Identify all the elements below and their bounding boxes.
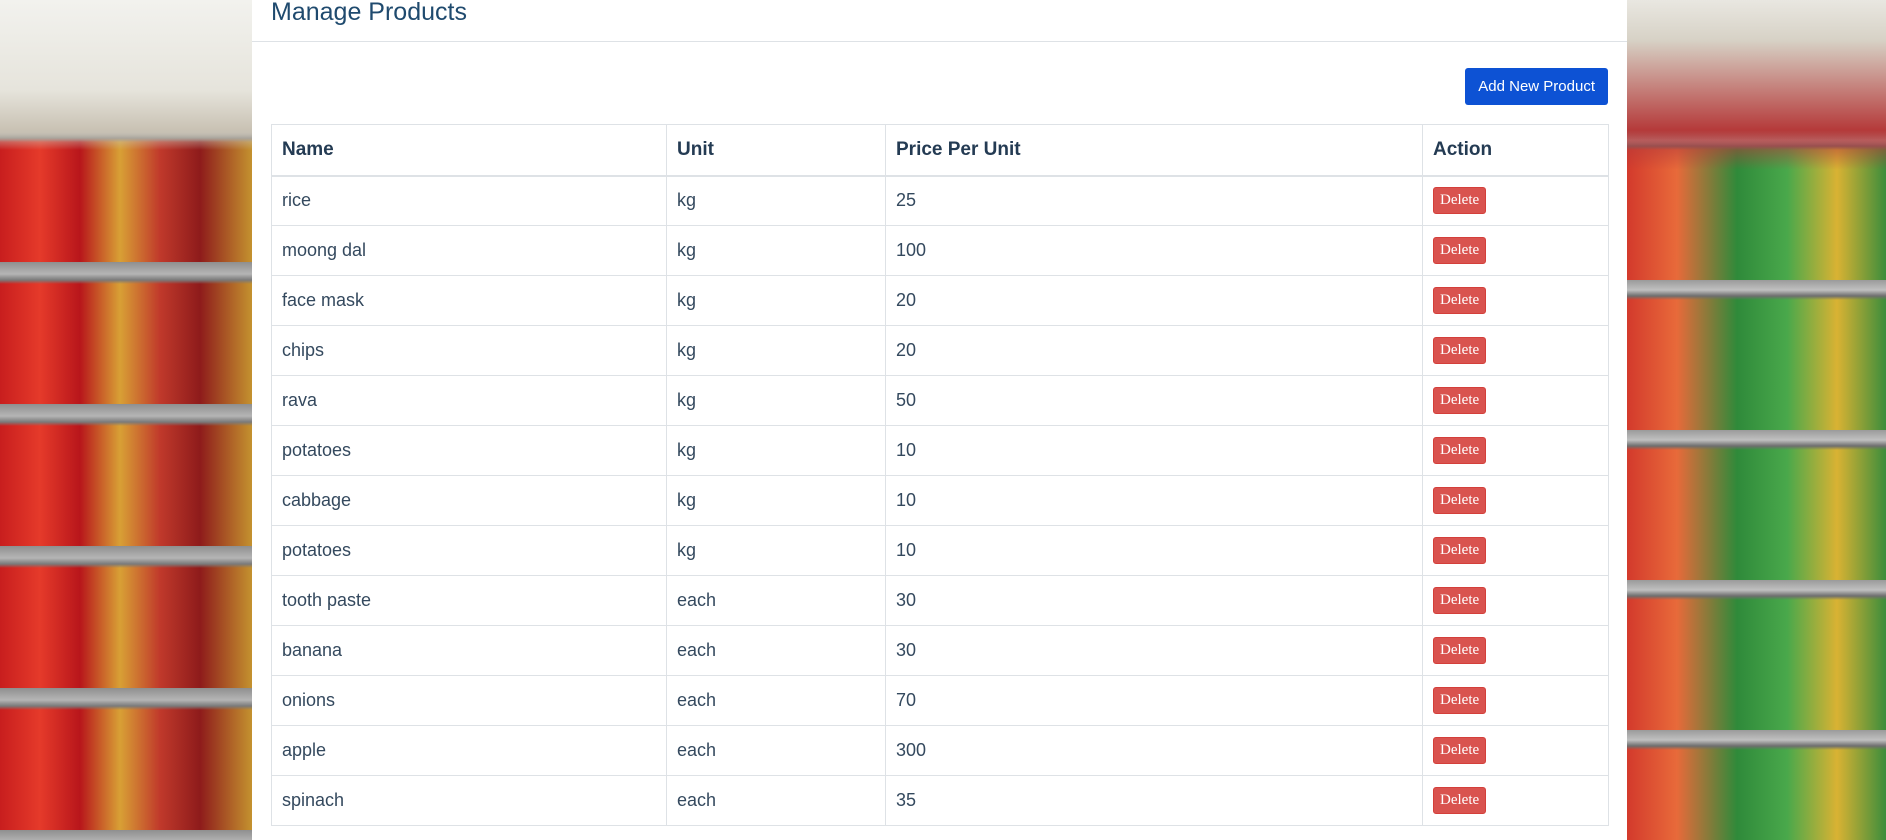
table-row: potatoes kg 10 Delete <box>271 425 1609 476</box>
cell-unit: each <box>666 725 886 776</box>
header-name: Name <box>271 124 667 177</box>
cell-name: chips <box>271 325 667 376</box>
cell-action: Delete <box>1422 375 1609 426</box>
table-row: tooth paste each 30 Delete <box>271 575 1609 626</box>
cell-name: apple <box>271 725 667 776</box>
cell-price: 10 <box>885 425 1423 476</box>
table-row: apple each 300 Delete <box>271 725 1609 776</box>
table-row: rice kg 25 Delete <box>271 175 1609 226</box>
cell-unit: kg <box>666 525 886 576</box>
cell-action: Delete <box>1422 425 1609 476</box>
delete-button[interactable]: Delete <box>1433 237 1487 264</box>
header-action: Action <box>1422 124 1609 177</box>
cell-price: 10 <box>885 475 1423 526</box>
delete-button[interactable]: Delete <box>1433 337 1487 364</box>
cell-price: 70 <box>885 675 1423 726</box>
table-row: face mask kg 20 Delete <box>271 275 1609 326</box>
table-row: onions each 70 Delete <box>271 675 1609 726</box>
cell-action: Delete <box>1422 575 1609 626</box>
cell-price: 25 <box>885 175 1423 226</box>
cell-price: 10 <box>885 525 1423 576</box>
main-panel: Manage Products Add New Product Name Uni… <box>252 0 1627 840</box>
cell-unit: kg <box>666 325 886 376</box>
cell-price: 20 <box>885 275 1423 326</box>
header-unit: Unit <box>666 124 886 177</box>
delete-button[interactable]: Delete <box>1433 187 1487 215</box>
cell-price: 100 <box>885 225 1423 276</box>
cell-action: Delete <box>1422 525 1609 576</box>
table-row: spinach each 35 Delete <box>271 775 1609 826</box>
products-table-wrapper: Name Unit Price Per Unit Action rice kg 25… <box>271 124 1609 826</box>
table-row: rava kg 50 Delete <box>271 375 1609 426</box>
delete-button[interactable]: Delete <box>1433 287 1487 314</box>
cell-name: rice <box>271 175 667 226</box>
cell-name: banana <box>271 625 667 676</box>
cell-action: Delete <box>1422 775 1609 826</box>
delete-button[interactable]: Delete <box>1433 437 1487 464</box>
cell-name: spinach <box>271 775 667 826</box>
cell-price: 30 <box>885 575 1423 626</box>
table-header-row: Name Unit Price Per Unit Action <box>271 124 1609 177</box>
cell-unit: kg <box>666 175 886 226</box>
products-table: Name Unit Price Per Unit Action rice kg 25… <box>271 124 1609 826</box>
cell-name: potatoes <box>271 425 667 476</box>
cell-unit: kg <box>666 275 886 326</box>
table-row: potatoes kg 10 Delete <box>271 525 1609 576</box>
cell-price: 35 <box>885 775 1423 826</box>
table-row: banana each 30 Delete <box>271 625 1609 676</box>
cell-unit: kg <box>666 225 886 276</box>
cell-name: moong dal <box>271 225 667 276</box>
delete-button[interactable]: Delete <box>1433 737 1487 764</box>
cell-action: Delete <box>1422 325 1609 376</box>
cell-name: rava <box>271 375 667 426</box>
toolbar: Add New Product <box>252 42 1627 124</box>
cell-action: Delete <box>1422 225 1609 276</box>
delete-button[interactable]: Delete <box>1433 687 1487 714</box>
cell-price: 300 <box>885 725 1423 776</box>
cell-unit: each <box>666 625 886 676</box>
table-row: cabbage kg 10 Delete <box>271 475 1609 526</box>
cell-action: Delete <box>1422 725 1609 776</box>
cell-action: Delete <box>1422 475 1609 526</box>
table-row: moong dal kg 100 Delete <box>271 225 1609 276</box>
delete-button[interactable]: Delete <box>1433 387 1487 414</box>
cell-unit: kg <box>666 375 886 426</box>
cell-name: cabbage <box>271 475 667 526</box>
cell-unit: each <box>666 775 886 826</box>
cell-price: 20 <box>885 325 1423 376</box>
panel-header: Manage Products <box>252 0 1627 42</box>
delete-button[interactable]: Delete <box>1433 587 1487 614</box>
cell-unit: kg <box>666 425 886 476</box>
cell-price: 50 <box>885 375 1423 426</box>
cell-name: potatoes <box>271 525 667 576</box>
delete-button[interactable]: Delete <box>1433 487 1487 514</box>
cell-action: Delete <box>1422 675 1609 726</box>
cell-name: face mask <box>271 275 667 326</box>
cell-unit: each <box>666 675 886 726</box>
background-right-shelves <box>1627 0 1886 840</box>
cell-action: Delete <box>1422 175 1609 226</box>
page-title: Manage Products <box>271 0 467 26</box>
table-row: chips kg 20 Delete <box>271 325 1609 376</box>
cell-unit: each <box>666 575 886 626</box>
cell-price: 30 <box>885 625 1423 676</box>
delete-button[interactable]: Delete <box>1433 637 1487 664</box>
add-new-product-button[interactable]: Add New Product <box>1465 68 1608 105</box>
delete-button[interactable]: Delete <box>1433 537 1487 564</box>
cell-name: onions <box>271 675 667 726</box>
delete-button[interactable]: Delete <box>1433 787 1487 814</box>
background-left-shelves <box>0 0 252 840</box>
cell-name: tooth paste <box>271 575 667 626</box>
cell-action: Delete <box>1422 625 1609 676</box>
header-price: Price Per Unit <box>885 124 1423 177</box>
cell-unit: kg <box>666 475 886 526</box>
table-body: rice kg 25 Delete moong dal kg 100 Delete face m… <box>271 175 1609 826</box>
cell-action: Delete <box>1422 275 1609 326</box>
